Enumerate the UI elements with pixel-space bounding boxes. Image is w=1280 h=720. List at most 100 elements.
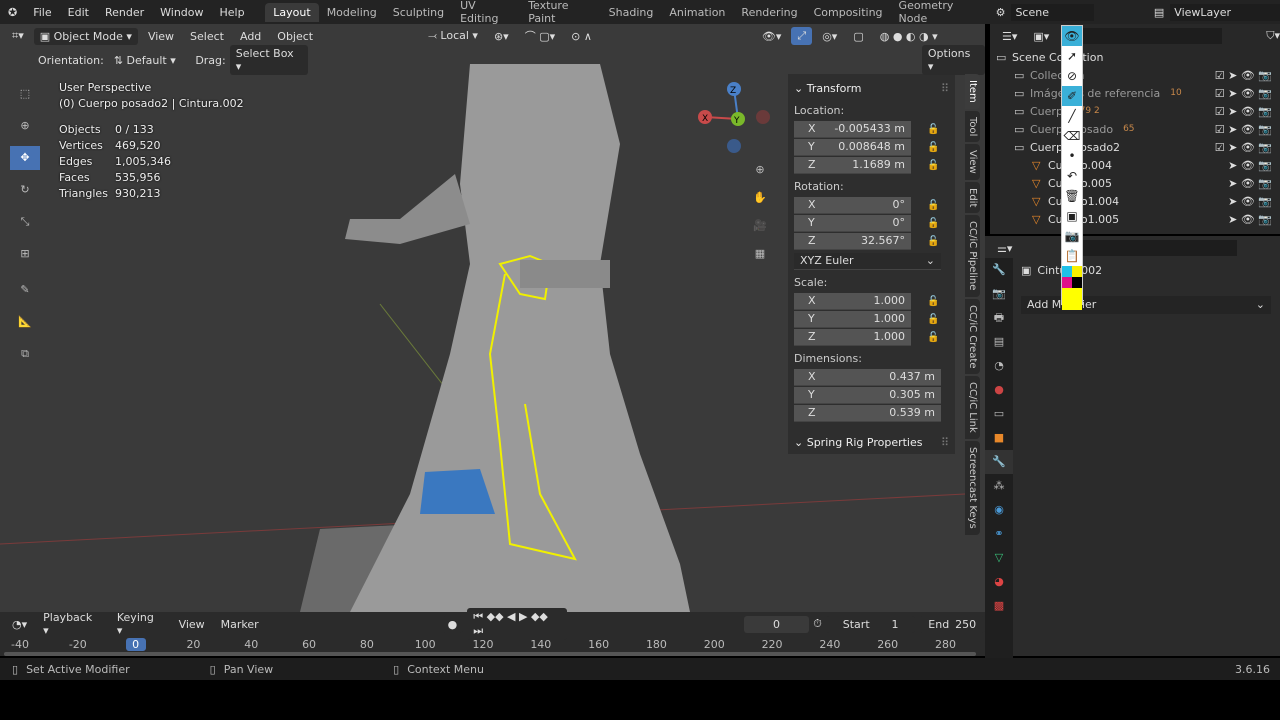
location-x-field[interactable]: X -0.005433 m xyxy=(794,120,911,138)
properties-search-input[interactable] xyxy=(1082,240,1238,256)
visibility-toggles[interactable]: ☑ ➤ 👁 📷 xyxy=(1215,87,1272,100)
filter-icon[interactable]: ⛉▾ xyxy=(1266,29,1280,43)
rotation-y-field[interactable]: Y 0° xyxy=(794,214,911,232)
stopwatch-icon[interactable]: ⏱ xyxy=(813,617,822,631)
visibility-toggles[interactable]: ☑ ➤ 👁 📷 xyxy=(1215,123,1272,136)
world-tab-icon[interactable]: ● xyxy=(985,378,1013,402)
outliner-row[interactable]: ▭ Collection ☑ ➤ 👁 📷 xyxy=(990,66,1280,84)
lock-icon[interactable]: 🔓 xyxy=(927,200,939,211)
scale-tool-icon[interactable]: ⤡ xyxy=(10,210,40,234)
tab-sculpting[interactable]: Sculpting xyxy=(385,3,452,22)
menu-marker[interactable]: Marker xyxy=(215,616,265,633)
outliner-row[interactable]: ▭ Scene Collection xyxy=(990,48,1280,66)
add-cube-tool-icon[interactable]: ⧉ xyxy=(10,342,40,366)
dimensions-y-field[interactable]: Y 0.305 m xyxy=(794,386,941,404)
transform-tool-icon[interactable]: ⊞ xyxy=(10,242,40,266)
move-tool-icon[interactable]: ✥ xyxy=(10,146,40,170)
scale-y-field[interactable]: Y 1.000 xyxy=(794,310,911,328)
zoom-icon[interactable]: ⊕ xyxy=(748,158,772,182)
tab-tool[interactable]: Tool xyxy=(965,110,980,143)
menu-edit[interactable]: Edit xyxy=(60,6,97,19)
tab-animation[interactable]: Animation xyxy=(661,3,733,22)
select-box-tool-icon[interactable]: ⬚ xyxy=(10,82,40,106)
outliner-search-input[interactable] xyxy=(1083,28,1223,44)
lock-icon[interactable]: 🔓 xyxy=(927,296,939,307)
physics-tab-icon[interactable]: ◉ xyxy=(985,498,1013,522)
tab-layout[interactable]: Layout xyxy=(265,2,319,22)
rotation-x-field[interactable]: X 0° xyxy=(794,196,911,214)
lock-icon[interactable]: 🔓 xyxy=(927,332,939,343)
lock-icon[interactable]: 🔓 xyxy=(927,142,939,153)
menu-window[interactable]: Window xyxy=(152,6,211,19)
start-frame-field[interactable]: Start 1 xyxy=(825,615,916,633)
outliner-row[interactable]: ▽Cuerpo.004➤ 👁 📷 xyxy=(990,156,1280,174)
menu-keying[interactable]: Keying ▾ xyxy=(111,609,169,639)
eraser-icon[interactable]: ⌫ xyxy=(1062,126,1082,146)
measure-tool-icon[interactable]: 📐 xyxy=(10,310,40,334)
particles-tab-icon[interactable]: ⁂ xyxy=(985,474,1013,498)
trash-icon[interactable]: 🗑 xyxy=(1062,186,1082,206)
outliner-row[interactable]: ▭ Cuerpo 79 2 ☑ ➤ 👁 📷 xyxy=(990,102,1280,120)
color-palette[interactable] xyxy=(1062,266,1082,288)
line-icon[interactable]: ╱ xyxy=(1062,106,1082,126)
dimensions-x-field[interactable]: X 0.437 m xyxy=(794,368,941,386)
hide-icon[interactable]: ⊘ xyxy=(1062,66,1082,86)
undo-icon[interactable]: ↶ xyxy=(1062,166,1082,186)
scale-z-field[interactable]: Z 1.000 xyxy=(794,328,911,346)
object-tab-icon[interactable]: ■ xyxy=(985,426,1013,450)
add-modifier-dropdown[interactable]: Add Modifier⌄ xyxy=(1021,296,1271,314)
board-icon[interactable]: ▣ xyxy=(1062,206,1082,226)
location-y-field[interactable]: Y 0.008648 m xyxy=(794,138,911,156)
rotate-tool-icon[interactable]: ↻ xyxy=(10,178,40,202)
outliner-row[interactable]: ▽ Cuerpo1.004 ➤ 👁 📷 xyxy=(990,192,1280,210)
outliner-row[interactable]: ▭ Cuerpo posado 65 ☑ ➤ 👁 📷 xyxy=(990,120,1280,138)
lock-icon[interactable]: 🔓 xyxy=(927,124,939,135)
editor-type-icon[interactable]: ◔▾ xyxy=(6,616,33,633)
end-frame-field[interactable]: End 250 xyxy=(919,615,986,633)
playback-controls[interactable]: ⏮ ◆◆ ◀ ▶ ◆◆ ⏭ xyxy=(467,608,567,640)
visibility-toggles[interactable]: ☑ ➤ 👁 📷 xyxy=(1215,69,1272,82)
visibility-toggles[interactable]: ➤ 👁 📷 xyxy=(1228,195,1272,208)
lock-icon[interactable]: 🔓 xyxy=(927,218,939,229)
location-z-field[interactable]: Z 1.1689 m xyxy=(794,156,911,174)
outliner-row[interactable]: ▽Cuerpo.005➤ 👁 📷 xyxy=(990,174,1280,192)
tab-screencast-keys[interactable]: Screencast Keys xyxy=(965,441,980,535)
texture-tab-icon[interactable]: ▩ xyxy=(985,594,1013,618)
frame-ruler[interactable]: -40 -20 0 20 40 60 80 100 120 140 160 180 200 220 240 2… xyxy=(0,638,985,652)
constraints-tab-icon[interactable]: ⚭ xyxy=(985,522,1013,546)
view-layer-selector[interactable]: ViewLayer xyxy=(1170,3,1280,21)
rotation-mode-dropdown[interactable]: XYZ Euler ⌄ xyxy=(794,252,941,270)
pointer-icon[interactable]: ➚ xyxy=(1062,46,1082,66)
clipboard-icon[interactable]: 📋 xyxy=(1062,246,1082,266)
collection-tab-icon[interactable]: ▭ xyxy=(985,402,1013,426)
menu-view[interactable]: View xyxy=(173,616,211,633)
view-layer-tab-icon[interactable]: ▤ xyxy=(985,330,1013,354)
auto-keying-button[interactable]: ● xyxy=(441,615,464,633)
navigation-gizmo[interactable]: Z X Y xyxy=(695,79,775,159)
modifier-tab-icon[interactable]: 🔧 xyxy=(985,450,1013,474)
camera-icon[interactable]: 🎥 xyxy=(748,214,772,238)
display-mode-icon[interactable]: ☰▾ xyxy=(996,28,1023,45)
lock-icon[interactable]: 🔓 xyxy=(927,160,939,171)
ortho-grid-icon[interactable]: ▦ xyxy=(748,242,772,266)
pan-hand-icon[interactable]: ✋ xyxy=(748,186,772,210)
tool-tab-icon[interactable]: 🔧 xyxy=(985,258,1013,282)
scene-tab-icon[interactable]: ◔ xyxy=(985,354,1013,378)
scale-x-field[interactable]: X 1.000 xyxy=(794,292,911,310)
render-tab-icon[interactable]: 📷 xyxy=(985,282,1013,306)
eye-icon[interactable]: 👁 xyxy=(1062,26,1082,46)
dot-icon[interactable]: • xyxy=(1062,146,1082,166)
visibility-toggles[interactable]: ➤ 👁 📷 xyxy=(1228,177,1272,190)
material-tab-icon[interactable]: ◕ xyxy=(985,570,1013,594)
tab-cc-link[interactable]: CC/iC Link xyxy=(965,376,980,440)
filter-view-icon[interactable]: ▣▾ xyxy=(1027,28,1055,45)
tab-compositing[interactable]: Compositing xyxy=(806,3,891,22)
tab-item[interactable]: Item xyxy=(965,74,980,109)
tab-edit[interactable]: Edit xyxy=(965,181,980,214)
tab-cc-pipeline[interactable]: CC/iC Pipeline xyxy=(965,215,980,297)
blender-logo-icon[interactable]: ✪ xyxy=(0,6,25,19)
timeline-scrollbar[interactable] xyxy=(4,652,976,656)
active-color-swatch[interactable] xyxy=(1062,288,1082,310)
lock-icon[interactable]: 🔓 xyxy=(927,236,939,247)
visibility-toggles[interactable]: ☑ ➤ 👁 📷 xyxy=(1215,105,1272,118)
